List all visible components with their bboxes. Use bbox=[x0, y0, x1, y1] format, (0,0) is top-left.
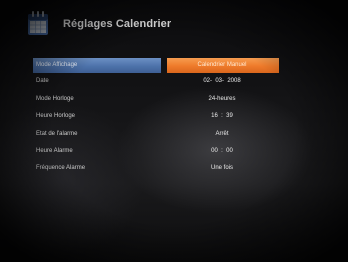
setting-label-alarm-time: Heure Alarme bbox=[36, 147, 73, 154]
setting-row-clock-time[interactable]: Heure Horloge 16 : 39 bbox=[33, 110, 279, 127]
setting-label-clock-time: Heure Horloge bbox=[36, 113, 76, 120]
setting-row-display-mode[interactable]: Mode Affichage Calendrier Manuel bbox=[33, 58, 279, 73]
setting-label-alarm-frequency: Fréquence Alarme bbox=[36, 165, 86, 172]
settings-list: Mode Affichage Calendrier Manuel Date 02… bbox=[33, 58, 279, 180]
setting-label-alarm-state: Etat de l'alarme bbox=[36, 130, 78, 137]
setting-value-clock-mode[interactable]: 24-heures bbox=[170, 96, 274, 102]
page-title: Réglages Calendrier bbox=[63, 18, 172, 30]
setting-label-clock-mode: Mode Horloge bbox=[36, 95, 74, 102]
header: Réglages Calendrier bbox=[27, 10, 327, 50]
setting-row-date[interactable]: Date 02- 03- 2008 bbox=[33, 75, 279, 92]
calendar-settings-screen: Réglages Calendrier Mode Affichage Calen… bbox=[0, 0, 348, 262]
calendar-icon bbox=[28, 11, 48, 35]
setting-value-clock-time[interactable]: 16 : 39 bbox=[170, 113, 274, 119]
setting-row-clock-mode[interactable]: Mode Horloge 24-heures bbox=[33, 93, 279, 110]
setting-row-alarm-frequency[interactable]: Fréquence Alarme Une fois bbox=[33, 162, 279, 179]
setting-row-alarm-time[interactable]: Heure Alarme 00 : 00 bbox=[33, 145, 279, 162]
setting-value-alarm-state[interactable]: Arrêt bbox=[170, 131, 274, 137]
setting-label-display-mode: Mode Affichage bbox=[36, 62, 78, 68]
setting-row-alarm-state[interactable]: Etat de l'alarme Arrêt bbox=[33, 128, 279, 145]
setting-value-display-mode[interactable]: Calendrier Manuel bbox=[170, 62, 274, 68]
setting-label-date: Date bbox=[36, 78, 49, 85]
setting-value-date[interactable]: 02- 03- 2008 bbox=[170, 78, 274, 84]
setting-value-alarm-time[interactable]: 00 : 00 bbox=[170, 148, 274, 154]
setting-value-alarm-frequency[interactable]: Une fois bbox=[170, 165, 274, 171]
